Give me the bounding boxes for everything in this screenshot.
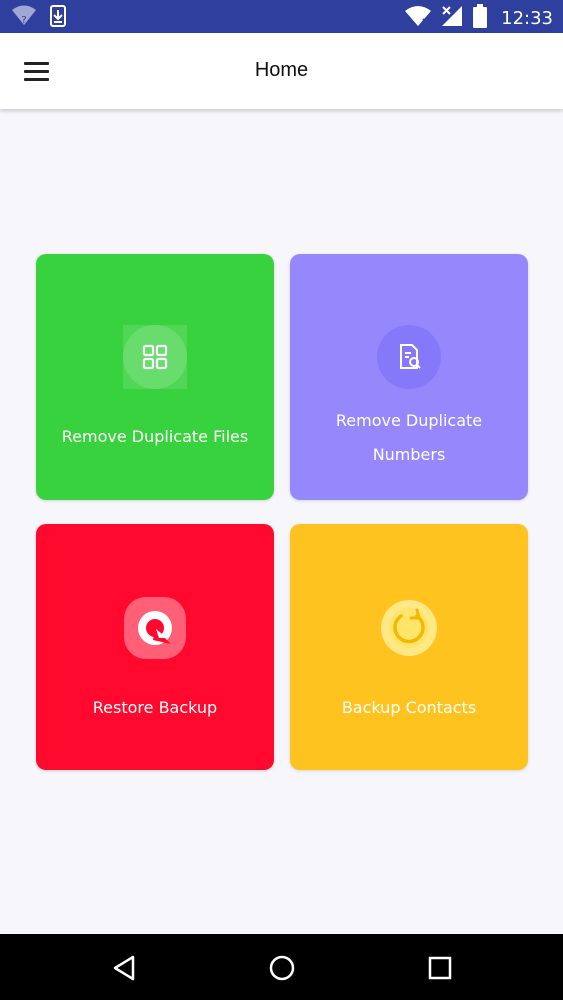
document-search-icon <box>377 325 441 389</box>
wifi-unknown-icon: ? <box>12 5 36 32</box>
signal-icon <box>441 5 463 32</box>
svg-text:?: ? <box>21 15 26 26</box>
card-label-remove-duplicate-numbers: Remove Duplicate Numbers <box>335 411 483 464</box>
home-icon[interactable] <box>265 951 299 985</box>
backup-sync-icon <box>377 596 441 660</box>
page-title: Home <box>254 59 309 81</box>
card-label-backup-contacts: Backup Contacts <box>341 698 477 717</box>
card-label-restore-backup: Restore Backup <box>92 698 218 717</box>
status-bar: ? 12:33 <box>0 0 563 33</box>
remove-duplicate-numbers-card[interactable]: Remove Duplicate Numbers <box>290 254 528 500</box>
grid-icon <box>123 325 187 389</box>
clock: 12:33 <box>501 8 553 29</box>
download-icon <box>50 5 66 32</box>
card-label-remove-duplicate-files: Remove Duplicate Files <box>61 427 249 446</box>
battery-icon <box>473 4 488 33</box>
wifi-icon <box>405 5 432 32</box>
navigation-bar <box>0 934 563 1000</box>
recents-icon[interactable] <box>423 951 457 985</box>
restore-backup-card[interactable]: Restore Backup <box>36 524 274 770</box>
back-icon[interactable] <box>108 951 142 985</box>
app-bar: Home <box>0 33 563 109</box>
remove-duplicate-files-card[interactable]: Remove Duplicate Files <box>36 254 274 500</box>
backup-contacts-card[interactable]: Backup Contacts <box>290 524 528 770</box>
restore-icon <box>123 596 187 660</box>
